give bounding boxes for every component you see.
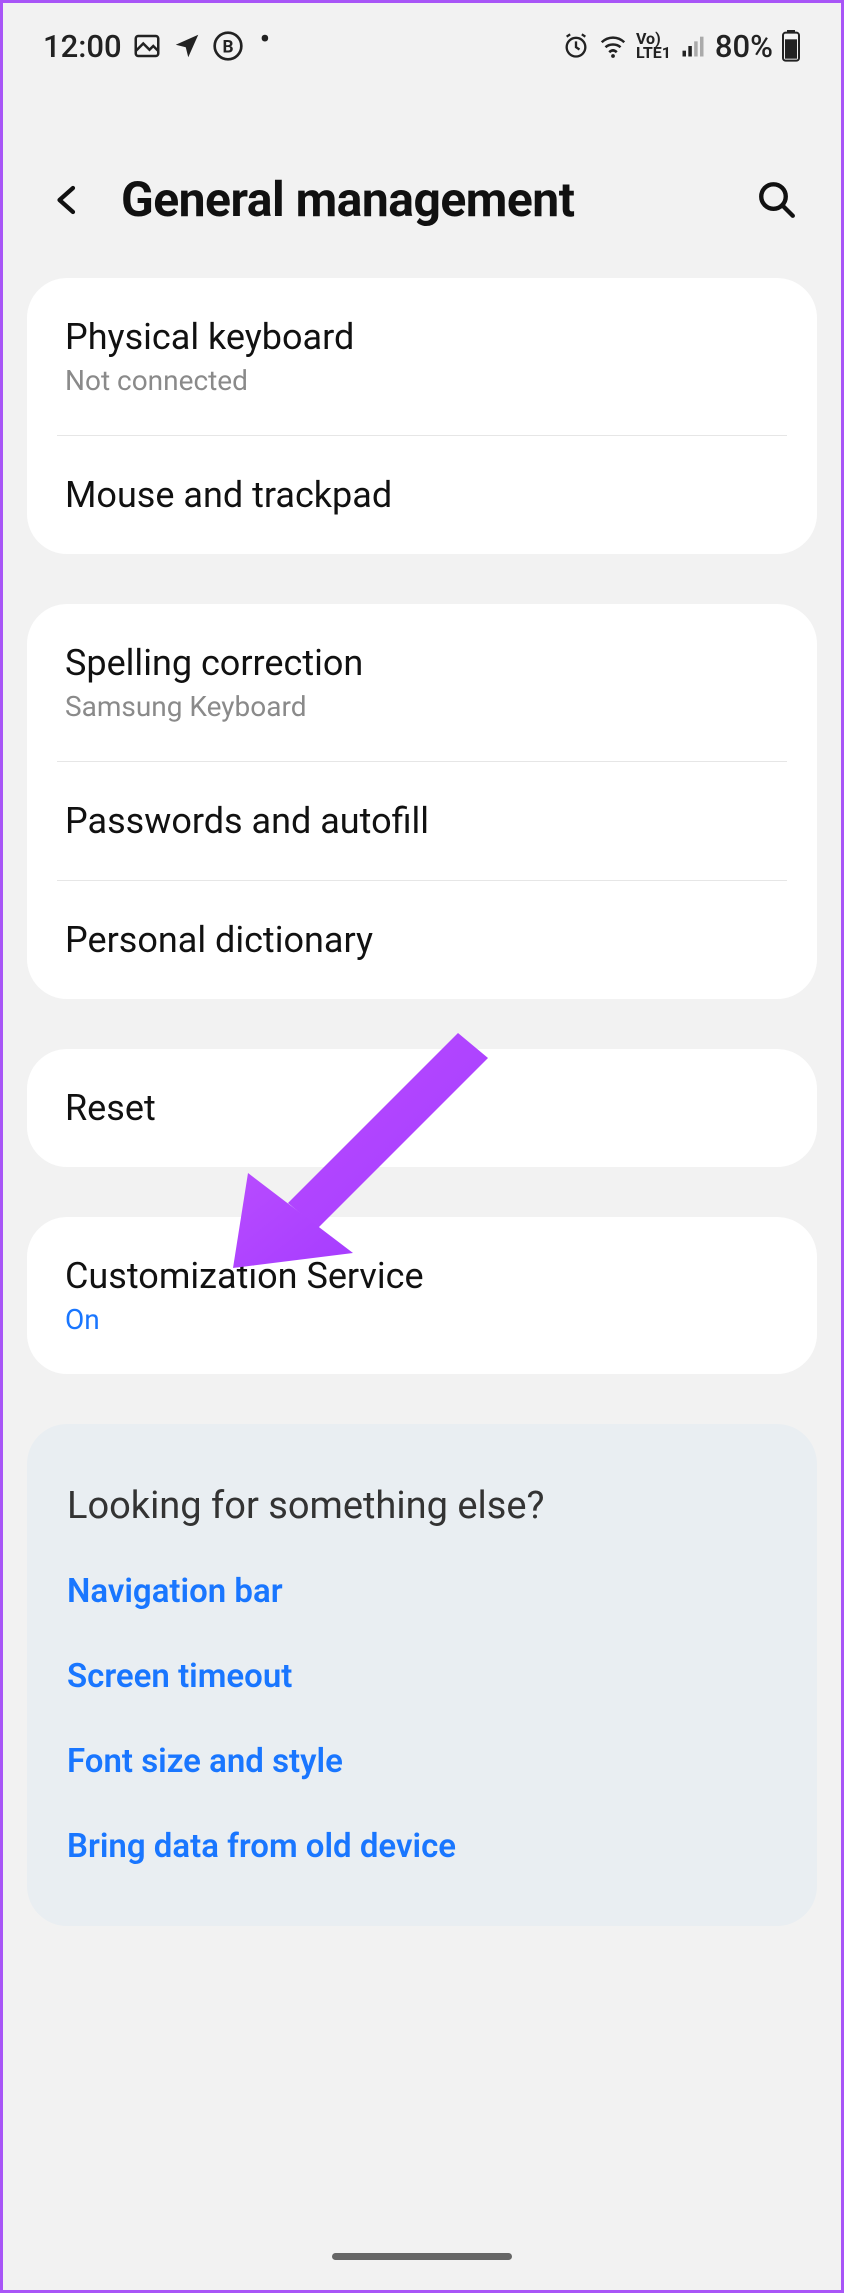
link-font-size-style[interactable]: Font size and style [67, 1742, 777, 1781]
item-title: Personal dictionary [65, 919, 779, 961]
settings-group-1: Physical keyboard Not connected Mouse an… [27, 278, 817, 554]
chevron-left-icon [49, 174, 85, 226]
settings-group-3: Reset [27, 1049, 817, 1167]
settings-group-4: Customization Service On [27, 1217, 817, 1374]
svg-text:B: B [222, 38, 233, 58]
link-screen-timeout[interactable]: Screen timeout [67, 1657, 777, 1696]
status-left-icons: B • [132, 30, 271, 62]
battery-percent: 80% [715, 28, 773, 65]
item-title: Mouse and trackpad [65, 474, 779, 516]
search-button[interactable] [753, 176, 801, 224]
status-right: Vo)LTE1 80% [562, 28, 801, 65]
header: General management [3, 81, 841, 278]
circled-b-icon: B [212, 30, 244, 62]
status-time: 12:00 [43, 28, 122, 65]
item-personal-dictionary[interactable]: Personal dictionary [27, 881, 817, 999]
looking-for-title: Looking for something else? [67, 1484, 777, 1528]
link-navigation-bar[interactable]: Navigation bar [67, 1572, 777, 1611]
signal-icon [679, 32, 707, 60]
item-title: Reset [65, 1087, 779, 1129]
item-mouse-trackpad[interactable]: Mouse and trackpad [27, 436, 817, 554]
send-icon [172, 31, 202, 61]
item-title: Customization Service [65, 1255, 779, 1297]
item-subtitle: Samsung Keyboard [65, 690, 779, 723]
lte-icon: Vo)LTE1 [636, 32, 671, 61]
image-icon [132, 31, 162, 61]
status-bar: 12:00 B • Vo)LTE1 80% [3, 3, 841, 81]
item-reset[interactable]: Reset [27, 1049, 817, 1167]
alarm-icon [562, 32, 590, 60]
item-spelling-correction[interactable]: Spelling correction Samsung Keyboard [27, 604, 817, 761]
search-icon [756, 179, 798, 221]
item-subtitle: Not connected [65, 364, 779, 397]
item-subtitle: On [65, 1303, 779, 1336]
item-passwords-autofill[interactable]: Passwords and autofill [27, 762, 817, 880]
page-title: General management [121, 171, 723, 228]
wifi-icon [598, 31, 628, 61]
item-title: Spelling correction [65, 642, 779, 684]
settings-group-2: Spelling correction Samsung Keyboard Pas… [27, 604, 817, 999]
more-dot-icon: • [260, 25, 271, 55]
back-button[interactable] [43, 176, 91, 224]
looking-for-section: Looking for something else? Navigation b… [27, 1424, 817, 1926]
item-title: Physical keyboard [65, 316, 779, 358]
home-indicator[interactable] [332, 2253, 512, 2260]
item-customization-service[interactable]: Customization Service On [27, 1217, 817, 1374]
item-title: Passwords and autofill [65, 800, 779, 842]
link-bring-data-old-device[interactable]: Bring data from old device [67, 1827, 777, 1866]
item-physical-keyboard[interactable]: Physical keyboard Not connected [27, 278, 817, 435]
battery-icon [781, 30, 801, 62]
status-left: 12:00 B • [43, 28, 270, 65]
